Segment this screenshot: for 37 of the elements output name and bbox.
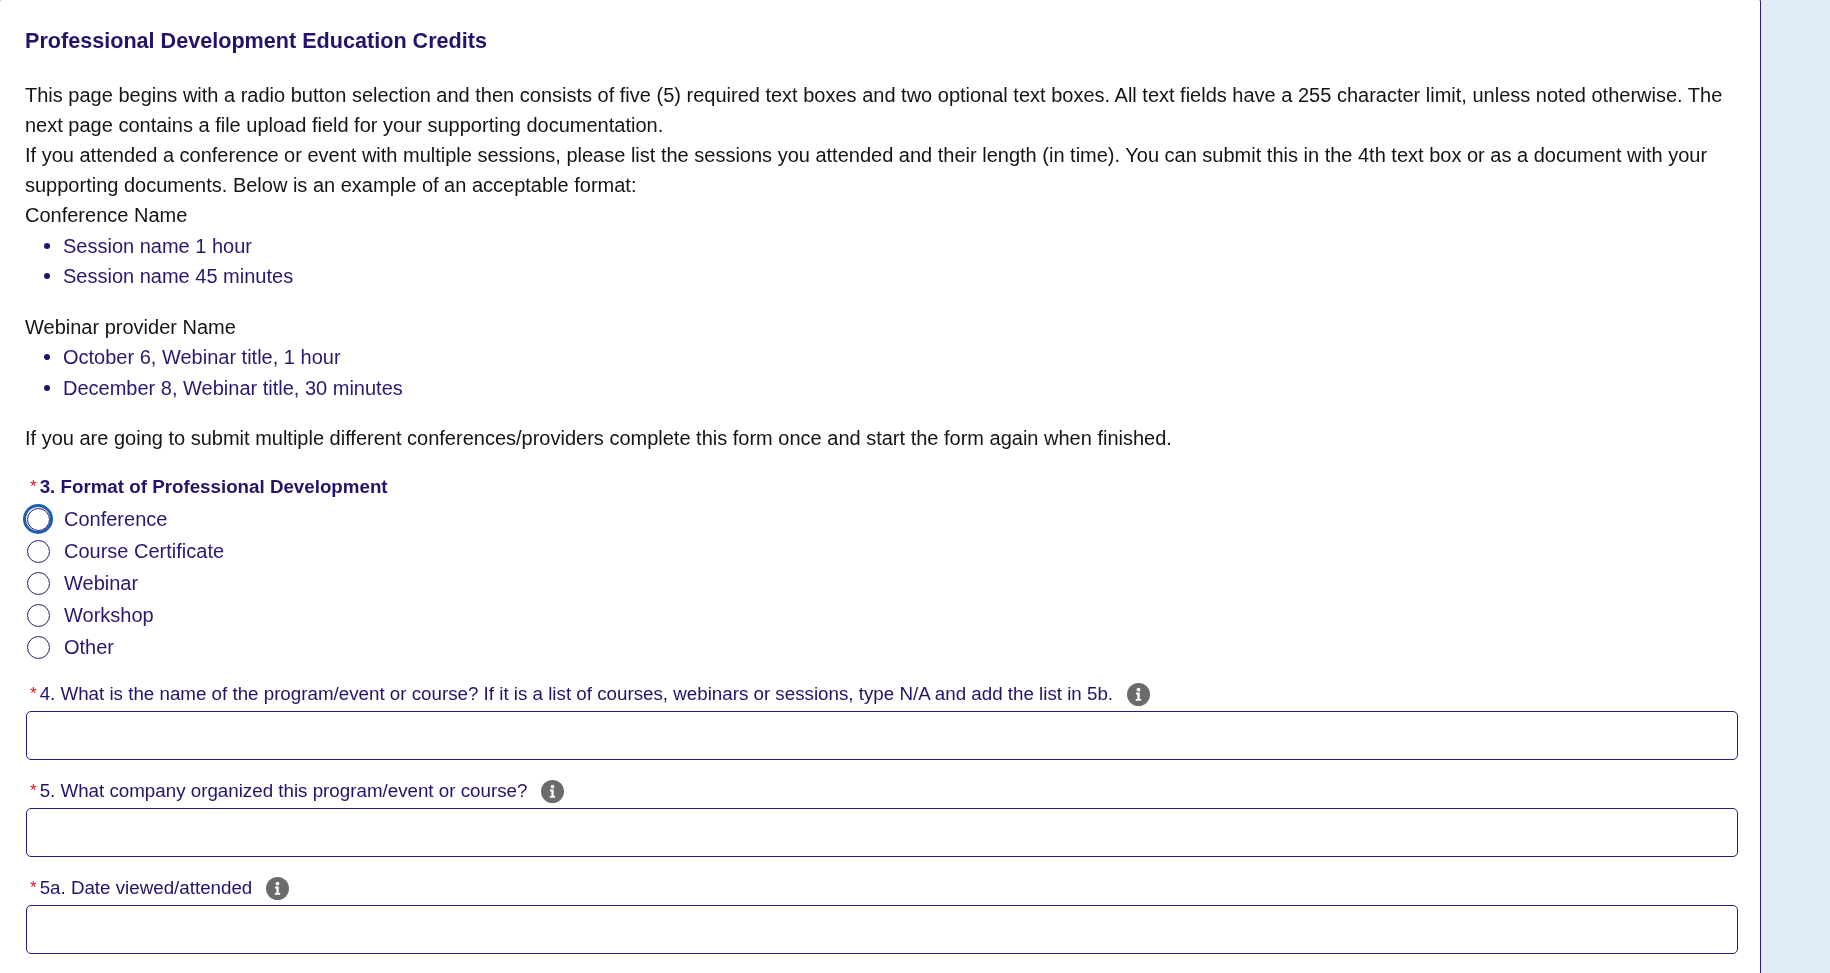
question-label: 5a. Date viewed/attended (39, 876, 253, 900)
radio-button[interactable] (26, 635, 50, 659)
required-mark: * (30, 877, 37, 899)
required-mark: * (30, 476, 37, 498)
radio-label[interactable]: Course Certificate (64, 536, 225, 566)
radio-label[interactable]: Webinar (64, 568, 139, 598)
info-icon[interactable] (1127, 682, 1151, 706)
page-title: Professional Development Education Credits (25, 28, 488, 54)
bullet-icon (44, 273, 50, 280)
intro-text: If you attended a conference or event with multiple sessions, please list the sessions you attended and their length (in time). You can submit this in the 4th text box or as a document with your supporting documents. Below is an example of an acceptable format: (25, 143, 1709, 198)
bullet-icon (44, 242, 50, 249)
radio-button[interactable] (26, 539, 50, 563)
bullet-icon (44, 354, 50, 361)
example-item: Session name 45 minutes (63, 264, 294, 290)
question-label: 3. Format of Professional Development (39, 475, 388, 499)
radio-label[interactable]: Other (64, 632, 115, 662)
text-field[interactable] (26, 905, 1738, 954)
question-label: 4. What is the name of the program/event or course? If it is a list of courses, webinars or sessions, type N/A and add the list in 5b. (39, 682, 1114, 706)
radio-label[interactable]: Workshop (64, 600, 154, 630)
radio-button[interactable] (26, 571, 50, 595)
example-item: December 8, Webinar title, 30 minutes (63, 375, 403, 401)
example-item: October 6, Webinar title, 1 hour (63, 345, 341, 371)
example-item: Session name 1 hour (63, 233, 252, 259)
radio-button[interactable] (26, 603, 50, 627)
text-field[interactable] (26, 711, 1738, 760)
text-field[interactable] (26, 808, 1738, 857)
intro-text: This page begins with a radio button selection and then consists of five (5) required text boxes and two optional text boxes. All text fields have a 255 character limit, unless noted otherwise. The next page contains a file upload field for your supporting documentation. (25, 83, 1724, 138)
example-heading: Webinar provider Name (25, 314, 237, 340)
question-label: 5. What company organized this program/event or course? (39, 779, 528, 803)
required-mark: * (30, 683, 37, 705)
note-text: If you are going to submit multiple different conferences/providers complete this form once and start the form again when finished. (25, 426, 1173, 451)
info-icon[interactable] (266, 876, 290, 900)
example-heading: Conference Name (25, 203, 189, 228)
required-mark: * (30, 780, 37, 802)
info-icon[interactable] (541, 779, 565, 803)
bullet-icon (44, 384, 50, 391)
radio-label[interactable]: Conference (64, 504, 168, 534)
